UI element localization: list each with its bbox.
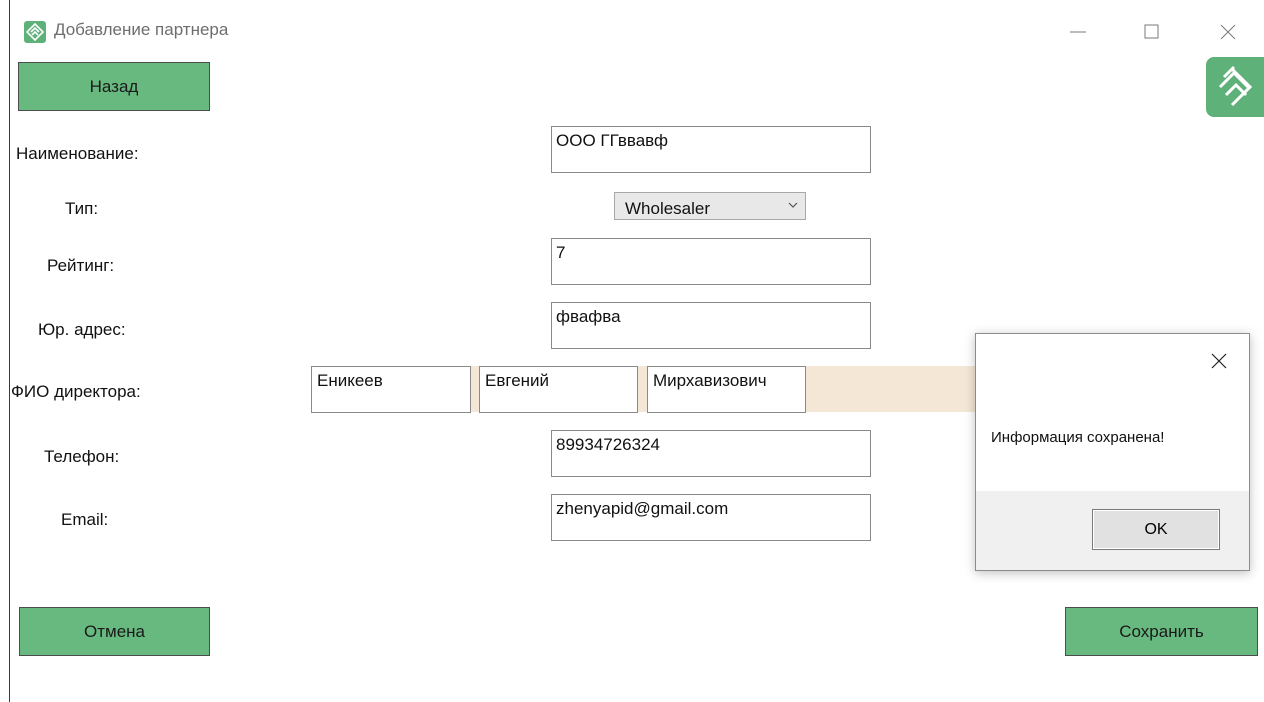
director-last-name-field[interactable]: Еникеев	[311, 366, 471, 413]
maximize-button[interactable]	[1132, 14, 1172, 50]
dialog-close-button[interactable]	[1204, 346, 1234, 376]
email-label: Email:	[61, 510, 109, 529]
close-window-button[interactable]	[1208, 14, 1248, 50]
type-combobox[interactable]: Wholesaler	[614, 192, 806, 220]
cancel-button[interactable]: Отмена	[19, 607, 210, 656]
address-label: Юр. адрес:	[38, 320, 126, 339]
window-left-border	[9, 0, 10, 702]
director-row-highlight	[806, 366, 976, 412]
type-selected-value: Wholesaler	[625, 199, 711, 218]
rating-field[interactable]: 7	[551, 238, 871, 285]
dialog-message: Информация сохранена!	[991, 429, 1165, 446]
name-field[interactable]: ООО ГГввавф	[551, 126, 871, 173]
director-middle-name-field[interactable]: Мирхавизович	[647, 366, 806, 413]
address-field[interactable]: фвафва	[551, 302, 871, 349]
window-title: Добавление партнера	[54, 20, 229, 39]
minimize-button[interactable]	[1058, 14, 1098, 50]
email-field[interactable]: zhenyapid@gmail.com	[551, 494, 871, 541]
dialog-footer: OK	[976, 491, 1249, 570]
ok-button[interactable]: OK	[1092, 509, 1220, 550]
chevron-down-icon	[788, 202, 798, 208]
type-label: Тип:	[65, 199, 99, 218]
minimize-icon	[1070, 31, 1086, 33]
name-label: Наименование:	[16, 144, 139, 163]
phone-label: Телефон:	[44, 447, 120, 466]
close-icon	[1220, 24, 1236, 40]
director-label: ФИО директора:	[11, 382, 141, 401]
brand-logo-icon	[1206, 57, 1264, 117]
info-dialog: Информация сохранена! OK	[975, 333, 1250, 571]
back-button[interactable]: Назад	[18, 62, 210, 111]
phone-field[interactable]: 89934726324	[551, 430, 871, 477]
app-logo-icon	[24, 21, 46, 43]
rating-label: Рейтинг:	[47, 256, 115, 275]
save-button[interactable]: Сохранить	[1065, 607, 1258, 656]
director-first-name-field[interactable]: Евгений	[479, 366, 638, 413]
maximize-icon	[1144, 24, 1159, 39]
close-icon	[1211, 353, 1227, 369]
